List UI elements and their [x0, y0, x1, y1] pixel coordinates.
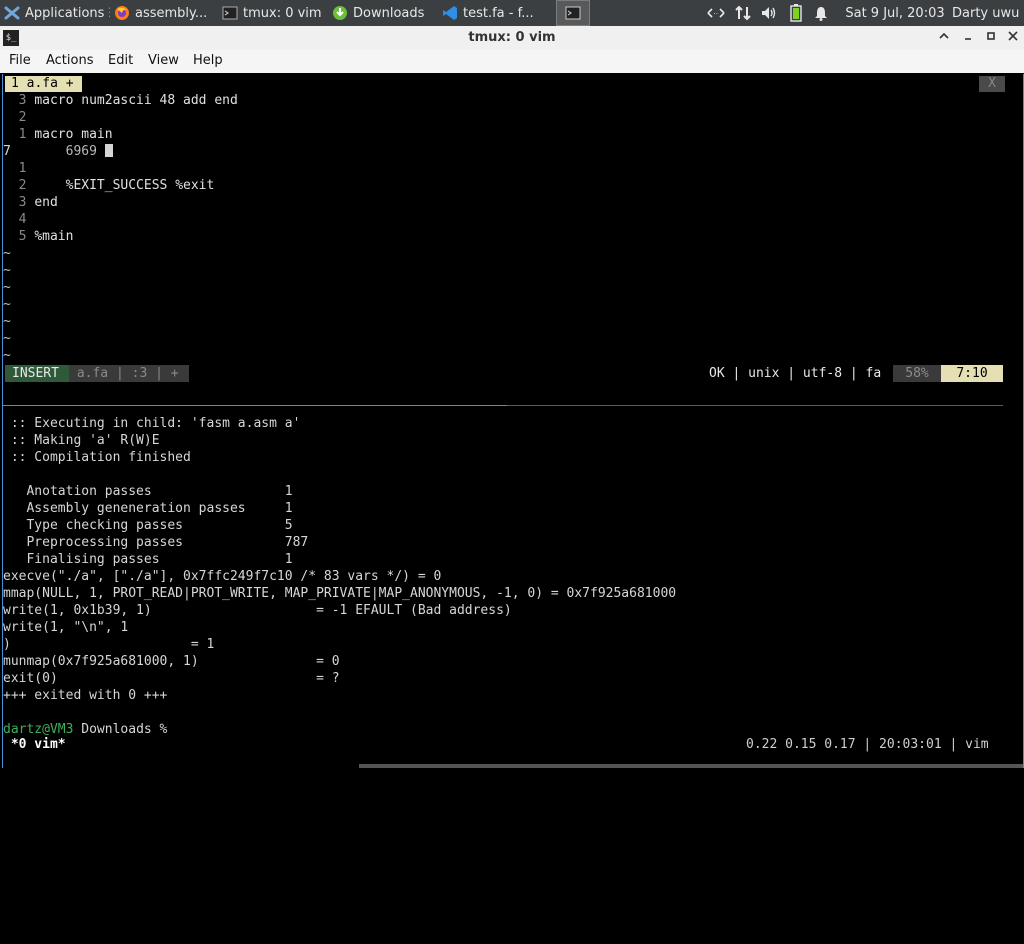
terminal-icon — [222, 5, 238, 21]
empty-line-marker: ~ — [3, 297, 11, 312]
code-line-current: 7 6969 — [3, 143, 113, 160]
minimize-icon — [965, 38, 971, 40]
updown-arrows-icon[interactable] — [732, 0, 754, 26]
output-line: :: Making 'a' R(W)E — [3, 433, 160, 448]
maximize-icon — [987, 32, 995, 40]
output-line: +++ exited with 0 +++ — [3, 688, 168, 703]
code-line: 1 — [18, 161, 27, 176]
tmux-status-bar: *0 vim* 0.22 0.15 0.17 | 20:03:01 | vim — [3, 736, 1023, 754]
code-line: 5 %main — [18, 229, 74, 244]
shell-output: :: Executing in child: 'fasm a.asm a' ::… — [3, 416, 1023, 869]
window-titlebar[interactable]: $_ tmux: 0 vim — [0, 26, 1024, 51]
taskbar-item-tmux[interactable]: tmux: 0 vim — [218, 0, 328, 26]
output-line: Preprocessing passes 787 — [3, 535, 309, 550]
terminal-icon — [565, 5, 581, 21]
chevron-up-icon — [939, 32, 949, 39]
speaker-icon[interactable] — [758, 0, 780, 26]
output-line: Finalising passes 1 — [3, 552, 293, 567]
vscode-icon — [442, 5, 458, 21]
xfce-mouse-icon — [4, 5, 20, 21]
vim-editor[interactable]: 3 macro num2ascii 48 add end 2 1 macro m… — [3, 93, 1023, 434]
buffer-tab[interactable]: 1 a.fa + — [5, 76, 82, 92]
empty-line-marker: ~ — [3, 331, 11, 346]
svg-text:··: ·· — [714, 10, 718, 18]
taskbar-item-terminal-active[interactable] — [556, 0, 590, 26]
status-file-info: a.fa | :3 | + — [69, 365, 189, 382]
window-title: tmux: 0 vim — [468, 30, 556, 45]
taskbar-label: Downloads — [353, 5, 425, 21]
output-line: Anotation passes 1 — [3, 484, 293, 499]
tmux-status-right: 0.22 0.15 0.17 | 20:03:01 | vim — [746, 737, 989, 752]
menu-help[interactable]: Help — [193, 53, 223, 68]
taskbar-label: tmux: 0 vim — [243, 5, 322, 21]
taskbar-item-vscode[interactable]: test.fa - f... — [438, 0, 550, 26]
menu-edit[interactable]: Edit — [108, 53, 133, 68]
buffer-close-button[interactable]: X — [979, 76, 1005, 92]
clock[interactable]: Sat 9 Jul, 20:03 — [840, 0, 950, 26]
battery-icon[interactable] — [786, 0, 806, 26]
empty-line-marker: ~ — [3, 314, 11, 329]
code-line: 3 end — [18, 195, 58, 210]
menu-view[interactable]: View — [148, 53, 179, 68]
output-line: write(1, 0x1b39, 1) = -1 EFAULT (Bad add… — [3, 603, 512, 618]
output-line: ) = 1 — [3, 637, 215, 652]
pane-divider-active — [3, 405, 507, 406]
text-cursor — [104, 144, 113, 157]
output-line: write(1, "\n", 1 — [3, 620, 129, 635]
minimize-button[interactable] — [936, 30, 952, 46]
output-line: mmap(NULL, 1, PROT_READ|PROT_WRITE, MAP_… — [3, 586, 677, 601]
menu-bar: File Actions Edit View Help — [0, 50, 1024, 73]
code-line: 3 macro num2ascii 48 add end — [18, 93, 238, 108]
code-line: 2 — [18, 110, 27, 125]
output-line: :: Executing in child: 'fasm a.asm a' — [3, 416, 301, 431]
terminal-area[interactable]: 1 a.fa + X 3 macro num2ascii 48 add end … — [2, 74, 1024, 768]
menu-file[interactable]: File — [9, 53, 31, 68]
firefox-icon — [114, 5, 130, 21]
output-line: Type checking passes 5 — [3, 518, 293, 533]
tmux-window-tab[interactable]: *0 vim* — [3, 736, 66, 753]
horizontal-scrollbar[interactable] — [359, 764, 1023, 768]
taskbar-item-firefox[interactable]: assembly... — [110, 0, 218, 26]
user-name[interactable]: Darty uwu — [952, 0, 1024, 26]
download-icon — [332, 5, 348, 21]
maximize-button[interactable] — [983, 30, 999, 46]
output-line: munmap(0x7f925a681000, 1) = 0 — [3, 654, 340, 669]
code-line: 2 %EXIT_SUCCESS %exit — [18, 178, 215, 193]
applications-menu[interactable]: Applications ☰ — [0, 0, 110, 26]
status-cursor-position: 7:10 — [941, 365, 1003, 382]
prompt-path: Downloads % — [73, 722, 176, 737]
code-line: 4 — [18, 212, 27, 227]
taskbar-label: assembly... — [135, 5, 208, 21]
output-line: execve("./a", ["./a"], 0x7ffc249f7c10 /*… — [3, 569, 442, 584]
status-percent: 58% — [893, 365, 941, 382]
close-icon — [1008, 31, 1018, 41]
empty-line-marker: ~ — [3, 348, 11, 363]
status-encoding-info: OK | unix | utf-8 | fa — [709, 366, 882, 381]
output-line: :: Compilation finished — [3, 450, 191, 465]
restore-button[interactable] — [960, 30, 976, 46]
vim-statusline: INSERT a.fa | :3 | + OK | unix | utf-8 |… — [5, 365, 1003, 382]
close-button[interactable] — [1005, 30, 1021, 46]
mode-indicator: INSERT — [5, 365, 69, 382]
bell-icon[interactable] — [810, 0, 832, 26]
vim-buffer-line: 1 a.fa + X — [3, 76, 1023, 92]
top-panel: Applications ☰ assembly... tmux: 0 vim D… — [0, 0, 1024, 26]
output-line: Assembly geneneration passes 1 — [3, 501, 293, 516]
empty-line-marker: ~ — [3, 263, 11, 278]
output-line: exit(0) = ? — [3, 671, 340, 686]
taskbar-item-downloads[interactable]: Downloads — [328, 0, 438, 26]
network-arrows-icon[interactable]: ·· — [704, 0, 728, 26]
empty-line-marker: ~ — [3, 280, 11, 295]
prompt-user-host: dartz@VM3 — [3, 722, 74, 737]
applications-label: Applications ☰ — [25, 5, 110, 21]
menu-actions[interactable]: Actions — [46, 53, 94, 68]
code-line: 1 macro main — [18, 127, 113, 142]
taskbar-label: test.fa - f... — [463, 5, 534, 21]
empty-line-marker: ~ — [3, 246, 11, 261]
